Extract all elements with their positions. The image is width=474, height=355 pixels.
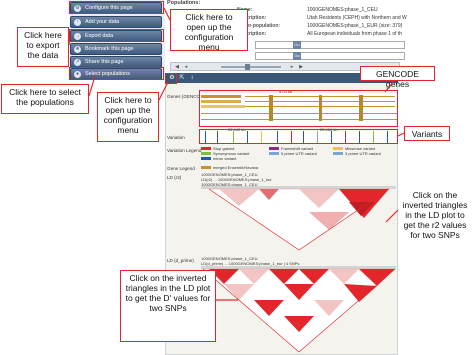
- ld-r2-plot[interactable]: 1000GENOMES:phase_1_CEU LD(r2) ... 1000G…: [199, 172, 398, 252]
- bookmark-page-label: Bookmark this page: [85, 46, 134, 52]
- ld-snp-bar: [201, 266, 396, 269]
- pop-name-value: 1000GENOMES:phase_1_CEU: [307, 7, 378, 13]
- legend-swatch: [201, 166, 211, 170]
- populations-highlight: [69, 67, 164, 80]
- gene-legend-item: merged Ensembl/Havana: [201, 165, 258, 170]
- nav-left2-icon[interactable]: ◂: [183, 64, 189, 70]
- panel-config-highlight: [165, 73, 177, 84]
- variation-track-label: Variation: [167, 135, 185, 140]
- export-highlight: [69, 29, 164, 42]
- variation-legend: Stop gained Frameshift variant Missense …: [199, 146, 398, 170]
- gene-go-button[interactable]: Go: [293, 52, 301, 60]
- panel-share-icon[interactable]: ⇱: [178, 74, 186, 82]
- super-desc-value: All European individuals from phase 1 of…: [307, 31, 403, 37]
- variation-legend-label: Variation Legend: [167, 148, 202, 153]
- configure-highlight: [69, 1, 164, 14]
- callout-config-top: Click here to open up the configuration …: [170, 9, 248, 52]
- gene-legend-text: merged Ensembl/Havana: [213, 165, 259, 170]
- legend-item: 5 prime UTR variant: [269, 151, 317, 156]
- gene-legend-label: Gene Legend: [167, 166, 195, 171]
- region-go-button[interactable]: Go: [293, 41, 301, 49]
- ld-r2-label: LD (r2): [167, 175, 182, 180]
- legend-text: Intron variant: [213, 156, 237, 161]
- upload-icon: ↑: [74, 19, 81, 26]
- pop-desc-value: Utah Residents (CEPH) with Northern and …: [307, 15, 407, 21]
- legend-item: 3 prime UTR variant: [333, 151, 381, 156]
- nav-left-icon[interactable]: ◀: [174, 64, 180, 70]
- legend-swatch: [269, 147, 279, 151]
- ld-r2-triangles[interactable]: [199, 172, 398, 252]
- nav-right2-icon[interactable]: ▸: [289, 64, 295, 70]
- ld-dprime-plot[interactable]: 1000GENOMES:phase_1_CEU LD(d_prime) ... …: [199, 256, 398, 354]
- ld-snp-bar: [201, 186, 396, 189]
- legend-swatch: [201, 147, 211, 151]
- callout-populations: Click here to select the populations: [1, 84, 89, 114]
- region-input[interactable]: [255, 41, 405, 49]
- zoom-slider[interactable]: [245, 64, 250, 70]
- legend-swatch: [269, 152, 279, 156]
- add-data-button[interactable]: ↑ Add your data: [70, 16, 162, 28]
- legend-item: Intron variant: [201, 156, 236, 161]
- callout-gencode: GENCODE genes: [360, 66, 435, 89]
- callout-ld-dprime: Click on the inverted triangles in the L…: [120, 270, 216, 342]
- bookmark-page-button[interactable]: ★ Bookmark this page: [70, 43, 162, 55]
- callout-export: Click here to export the data: [17, 27, 69, 67]
- share-page-label: Share this page: [85, 59, 124, 65]
- legend-text: 3 prime UTR variant: [345, 151, 381, 156]
- legend-swatch: [333, 147, 343, 151]
- callout-config-panel: Click here to open up the configuration …: [97, 92, 159, 142]
- nav-right-icon[interactable]: ▶: [298, 64, 304, 70]
- ld-dprime-triangles[interactable]: [199, 256, 398, 354]
- legend-swatch: [201, 152, 211, 156]
- zoom-track: [221, 66, 281, 68]
- ld-dprime-label: LD (d_prime): [167, 258, 194, 263]
- panel-resize-icon[interactable]: ↕: [188, 74, 196, 82]
- gene-input[interactable]: [255, 52, 405, 60]
- bookmark-icon: ★: [74, 46, 81, 53]
- add-data-label: Add your data: [85, 19, 120, 25]
- legend-swatch: [201, 157, 211, 161]
- legend-swatch: [333, 152, 343, 156]
- gencode-highlight: [199, 90, 398, 127]
- share-icon: ↗: [74, 59, 81, 66]
- callout-ld-r2: Click on the inverted triangles in the L…: [402, 190, 468, 240]
- ld-triangle: [202, 268, 396, 353]
- callout-variants: Variants: [404, 126, 450, 141]
- variants-highlight: [199, 129, 398, 144]
- super-pop-value: 1000GENOMES:phase_1_EUR (size: 379): [307, 23, 403, 29]
- legend-text: 5 prime UTR variant: [281, 151, 317, 156]
